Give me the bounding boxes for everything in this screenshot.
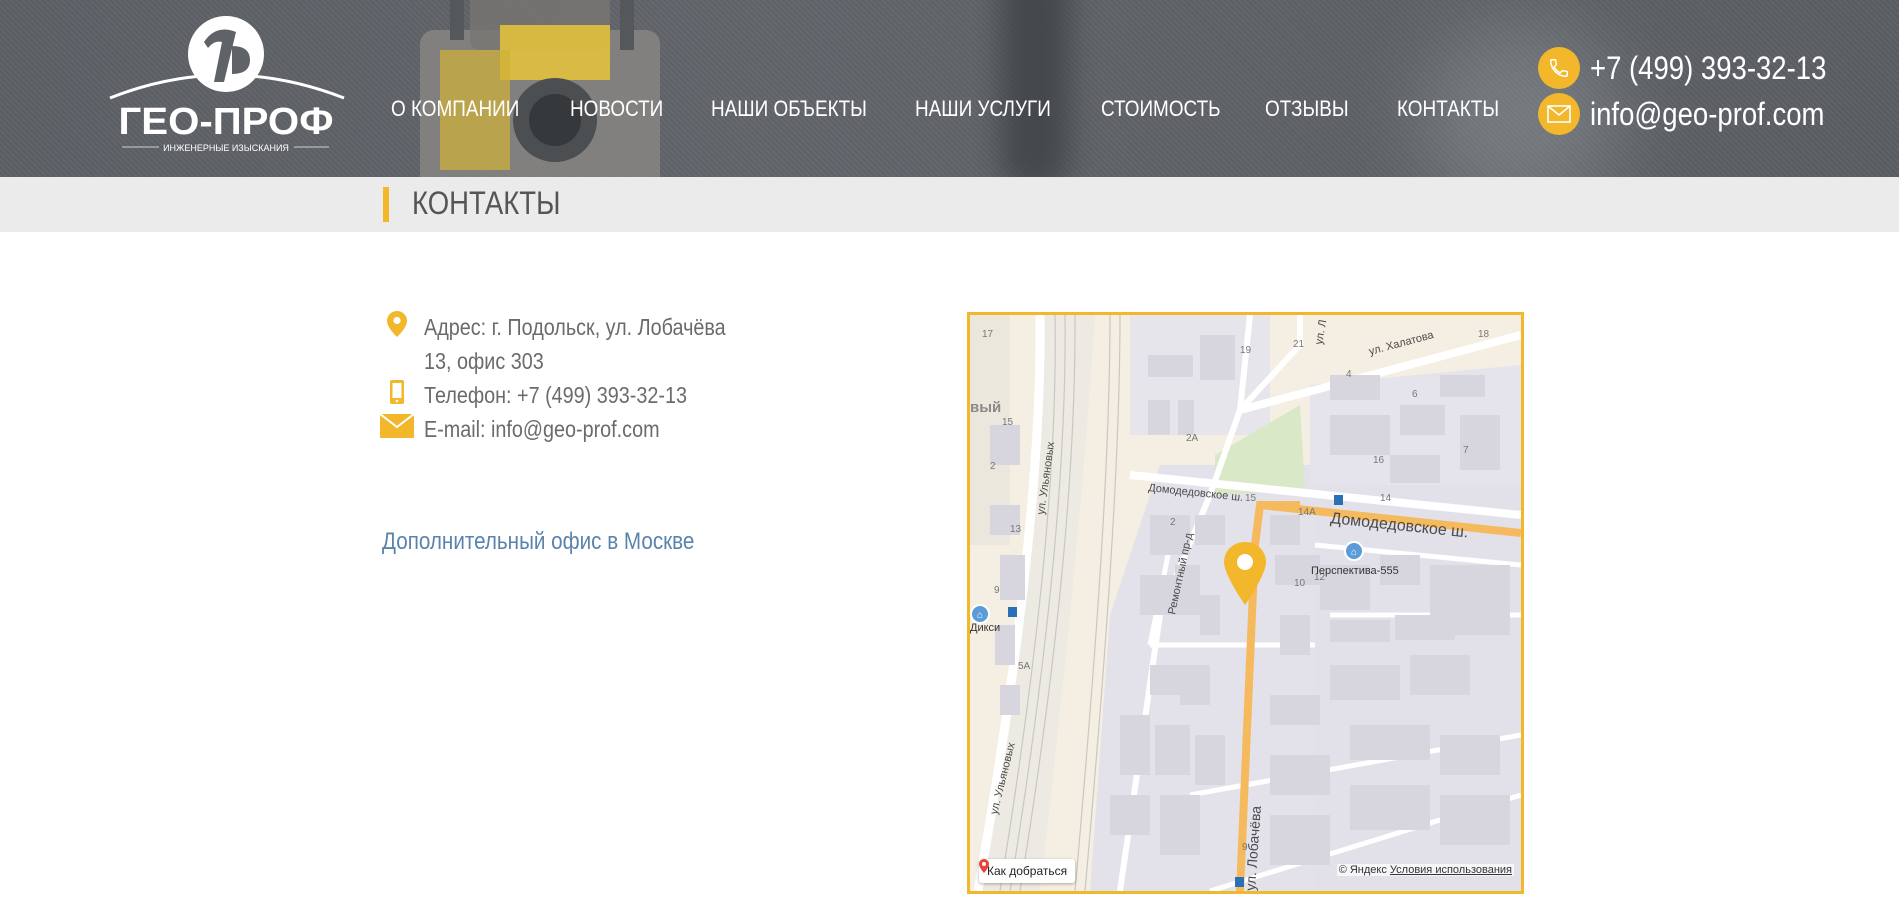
header-background-blur [1000,0,1070,177]
bus-stop-icon [1235,877,1244,887]
page-title-bar: КОНТАКТЫ [0,177,1899,232]
house-number: 13 [1010,524,1022,535]
nav-item-contacts[interactable]: КОНТАКТЫ [1397,96,1499,132]
house-number: 9 [994,585,1000,596]
map-copyright-text: © Яндекс [1338,864,1387,876]
site-logo[interactable]: ГЕО-ПРОФ ИНЖЕНЕРНЫЕ ИЗЫСКАНИЯ [104,12,349,157]
site-header: ГЕО-ПРОФ ИНЖЕНЕРНЫЕ ИЗЫСКАНИЯ О КОМПАНИИ… [0,0,1899,177]
header-phone-text: +7 (499) 393-32-13 [1590,49,1827,86]
house-number: 15 [1002,417,1014,428]
house-number: 10 [1294,578,1306,589]
map-terms-link[interactable]: Условия использования [1390,864,1512,876]
logo-name: ГЕО-ПРОФ [119,101,334,143]
map-copyright: © Яндекс Условия использования [1336,864,1514,876]
house-number: 15 [1245,493,1257,504]
page-title: КОНТАКТЫ [412,185,561,221]
poi-perspektiva-label: Перспектива-555 [1311,565,1399,577]
nav-item-services[interactable]: НАШИ УСЛУГИ [915,96,1051,132]
label-left-edge: вый [970,399,1001,416]
house-number: 21 [1293,339,1305,350]
house-number: 14 [1380,493,1392,504]
header-background-photo [420,0,660,177]
header-email[interactable]: info@geo-prof.com [1538,93,1863,135]
svg-text:⌂: ⌂ [1351,547,1357,558]
nav-item-about[interactable]: О КОМПАНИИ [391,96,519,132]
house-number: 19 [1240,345,1252,356]
house-number: 16 [1373,455,1385,466]
house-number: 18 [1478,329,1490,340]
nav-item-reviews[interactable]: ОТЗЫВЫ [1265,96,1349,132]
email-text[interactable]: E-mail: info@geo-prof.com [424,412,660,446]
poi-diksi-label: Дикси [970,622,1000,634]
house-number: 17 [982,329,994,340]
phone-icon [1538,47,1580,89]
header-phone[interactable]: +7 (499) 393-32-13 [1538,47,1865,89]
location-pin-icon [380,310,414,338]
house-number: 2 [990,461,996,472]
nav-item-pricing[interactable]: СТОИМОСТЬ [1101,96,1221,132]
house-number: 5А [1018,661,1031,672]
title-accent [383,187,389,222]
nav-item-objects[interactable]: НАШИ ОБЪЕКТЫ [711,96,867,132]
email-envelope-icon [380,412,414,440]
phone-text: Телефон: +7 (499) 393-32-13 [424,382,687,408]
yandex-map[interactable]: Домодедовское ш. Домодедовское ш. ул. Ха… [967,312,1524,894]
house-number: 2 [1170,517,1176,528]
svg-text:⌂: ⌂ [977,610,983,621]
map-canvas[interactable]: Домодедовское ш. Домодедовское ш. ул. Ха… [970,315,1521,891]
envelope-icon [1538,93,1580,135]
logo-tagline: ИНЖЕНЕРНЫЕ ИЗЫСКАНИЯ [163,143,289,153]
nav-item-news[interactable]: НОВОСТИ [570,96,663,132]
house-number: 14А [1298,507,1316,518]
house-number: 4 [1346,369,1352,380]
bus-stop-icon [1008,607,1017,617]
route-button-label: Как добраться [987,864,1068,878]
main-nav: О КОМПАНИИ НОВОСТИ НАШИ ОБЪЕКТЫ НАШИ УСЛ… [391,96,1499,132]
email-row: E-mail: info@geo-prof.com [380,412,698,446]
mobile-phone-icon [380,378,414,406]
house-number: 7 [1463,445,1469,456]
red-pin-icon [979,859,989,873]
extra-office-link[interactable]: Дополнительный офис в Москве [382,528,694,556]
address-line-2: 13, офис 303 [424,348,544,374]
house-number: 9 [1242,842,1248,853]
bus-stop-icon [1334,495,1343,505]
house-number: 2А [1186,433,1199,444]
phone-row: Телефон: +7 (499) 393-32-13 [380,378,730,412]
address-row: Адрес: г. Подольск, ул. Лобачёва 13, офи… [380,310,775,378]
header-email-text: info@geo-prof.com [1590,95,1825,132]
route-button[interactable]: Как добраться [979,859,1076,883]
address-line-1: Адрес: г. Подольск, ул. Лобачёва [424,314,726,340]
house-number: 6 [1412,389,1418,400]
